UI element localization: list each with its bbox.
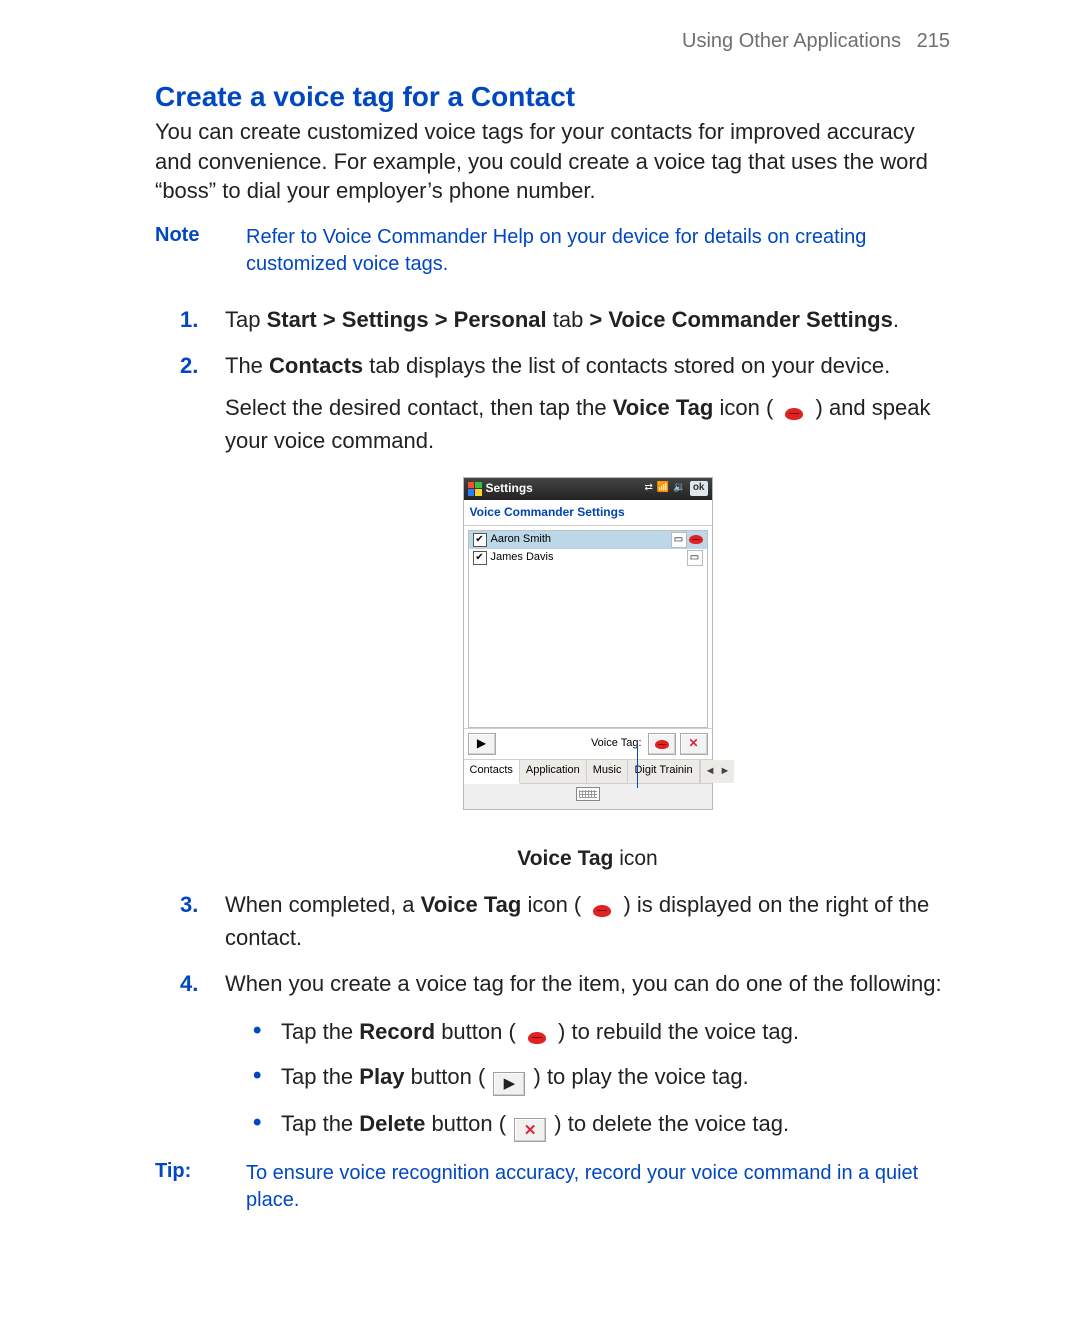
contacts-listbox[interactable]: Aaron Smith ▭ James Davis ▭ xyxy=(468,530,708,728)
voice-tag-icon xyxy=(589,900,615,922)
ok-button[interactable]: ok xyxy=(690,481,708,496)
tab-scroll[interactable]: ◄► xyxy=(700,760,735,783)
start-icon[interactable] xyxy=(468,482,482,496)
voice-tag-label: Voice Tag: xyxy=(591,736,642,752)
voice-tag-icon xyxy=(781,403,807,425)
voice-tag-toolbar: ▶ Voice Tag: ✕ xyxy=(464,728,712,759)
list-item[interactable]: Aaron Smith ▭ xyxy=(469,531,707,549)
tab-contacts[interactable]: Contacts xyxy=(464,760,520,784)
chevron-right-icon: ► xyxy=(717,764,732,780)
step-text: Select the desired contact, then tap the… xyxy=(225,392,950,457)
figure-caption: Voice Tag icon xyxy=(225,844,950,874)
chevron-left-icon: ◄ xyxy=(703,764,718,780)
device-tabbar: Contacts Application Music Digit Trainin… xyxy=(464,759,712,783)
step-text: The Contacts tab displays the list of co… xyxy=(225,353,890,378)
bullet-record: Tap the Record button ( ) to rebuild the… xyxy=(245,1016,950,1049)
tip-block: Tip: To ensure voice recognition accurac… xyxy=(155,1160,950,1214)
page-title: Create a voice tag for a Contact xyxy=(155,81,950,113)
steps-list: 1. Tap Start > Settings > Personal tab >… xyxy=(155,304,950,1142)
delete-icon: ✕ xyxy=(514,1118,546,1142)
device-titlebar: Settings ⇄ 📶 🔉 ok xyxy=(464,478,712,500)
step-marker: 3. xyxy=(180,889,198,921)
note-block: Note Refer to Voice Commander Help on yo… xyxy=(155,224,950,278)
note-label: Note xyxy=(155,224,210,278)
device-title: Settings xyxy=(486,480,533,497)
step-marker: 4. xyxy=(180,968,198,1000)
keyboard-icon xyxy=(576,787,600,801)
step-marker: 2. xyxy=(180,350,198,382)
section-name: Using Other Applications xyxy=(682,30,901,52)
card-icon: ▭ xyxy=(687,550,703,566)
step-2: 2. The Contacts tab displays the list of… xyxy=(155,350,950,875)
connectivity-icon[interactable]: ⇄ xyxy=(645,481,653,496)
tab-application[interactable]: Application xyxy=(520,760,587,783)
step-text: When you create a voice tag for the item… xyxy=(225,971,942,996)
record-button[interactable] xyxy=(648,733,676,755)
contact-name: Aaron Smith xyxy=(491,532,552,548)
step-text: Tap Start > Settings > Personal tab > Vo… xyxy=(225,307,899,332)
step-4: 4. When you create a voice tag for the i… xyxy=(155,968,950,1143)
callout-line xyxy=(637,744,638,788)
voice-tag-icon xyxy=(689,532,703,546)
play-button[interactable]: ▶ xyxy=(468,733,496,755)
tab-digit[interactable]: Digit Trainin xyxy=(628,760,699,783)
bullet-play: Tap the Play button ( ▶ ) to play the vo… xyxy=(245,1061,950,1096)
running-header: Using Other Applications 215 xyxy=(155,30,950,53)
list-item[interactable]: James Davis ▭ xyxy=(469,549,707,567)
checkbox-icon[interactable] xyxy=(473,551,487,565)
record-icon xyxy=(524,1027,550,1049)
tip-body: To ensure voice recognition accuracy, re… xyxy=(246,1160,950,1214)
page-number: 215 xyxy=(917,30,950,52)
device-subtitle: Voice Commander Settings xyxy=(464,500,712,526)
device-figure: Settings ⇄ 📶 🔉 ok Voice Commander Settin… xyxy=(225,477,950,875)
sub-bullets: Tap the Record button ( ) to rebuild the… xyxy=(245,1016,950,1143)
step-3: 3. When completed, a Voice Tag icon ( ) … xyxy=(155,889,950,954)
step-text: When completed, a Voice Tag icon ( ) is … xyxy=(225,892,929,950)
step-marker: 1. xyxy=(180,304,198,336)
contact-name: James Davis xyxy=(491,550,554,566)
soft-input-panel[interactable] xyxy=(464,783,712,809)
signal-icon: 📶 xyxy=(657,481,669,496)
checkbox-icon[interactable] xyxy=(473,533,487,547)
play-icon: ▶ xyxy=(493,1072,525,1096)
device-mock: Settings ⇄ 📶 🔉 ok Voice Commander Settin… xyxy=(463,477,713,811)
tab-music[interactable]: Music xyxy=(587,760,629,783)
intro-text: You can create customized voice tags for… xyxy=(155,117,950,206)
volume-icon[interactable]: 🔉 xyxy=(673,481,685,496)
delete-button[interactable]: ✕ xyxy=(680,733,708,755)
tip-label: Tip: xyxy=(155,1160,210,1214)
step-1: 1. Tap Start > Settings > Personal tab >… xyxy=(155,304,950,336)
bullet-delete: Tap the Delete button ( ✕ ) to delete th… xyxy=(245,1108,950,1143)
note-body: Refer to Voice Commander Help on your de… xyxy=(246,224,950,278)
card-icon: ▭ xyxy=(671,532,687,548)
